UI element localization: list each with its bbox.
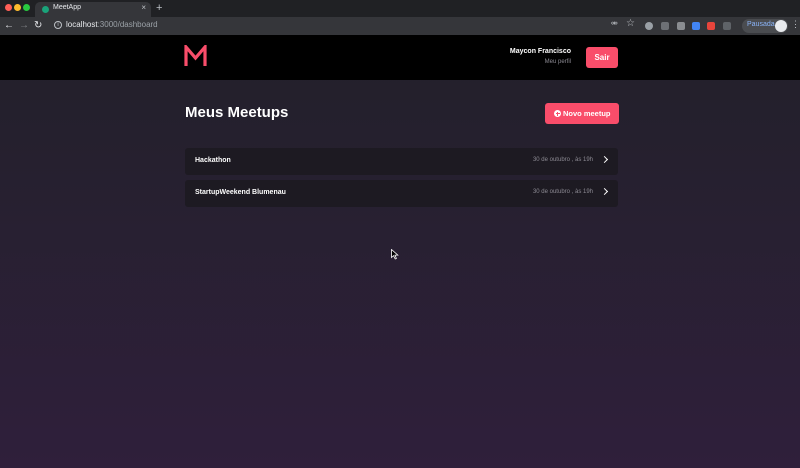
tab-title: MeetApp: [53, 4, 82, 11]
close-window-button[interactable]: [5, 4, 12, 11]
url-text[interactable]: localhost:3000/dashboard: [66, 20, 158, 29]
plus-circle-icon: [554, 110, 561, 117]
address-bar[interactable]: i localhost:3000/dashboard: [50, 19, 640, 33]
avatar: [775, 20, 787, 32]
app-viewport: Maycon Francisco Meu perfil Sair Meus Me…: [0, 35, 800, 468]
minimize-window-button[interactable]: [14, 4, 21, 11]
profile-label: Pausada: [747, 21, 775, 28]
chevron-right-icon: [600, 155, 609, 164]
new-meetup-button[interactable]: Novo meetup: [545, 103, 619, 124]
meetup-list: Hackathon 30 de outubro , às 19h Startup…: [185, 148, 618, 212]
chevron-right-icon: [600, 187, 609, 196]
logo-icon[interactable]: [184, 45, 207, 67]
extension-icon[interactable]: [723, 22, 731, 30]
url-path: :3000/dashboard: [97, 20, 158, 29]
meetup-date: 30 de outubro , às 19h: [532, 189, 593, 195]
profile-link[interactable]: Meu perfil: [545, 59, 571, 65]
back-icon[interactable]: ←: [4, 19, 14, 33]
menu-icon[interactable]: ⋮: [791, 19, 800, 30]
meetup-date: 30 de outubro , às 19h: [532, 157, 593, 163]
extension-icon[interactable]: [707, 22, 715, 30]
new-tab-button[interactable]: +: [156, 1, 162, 15]
favicon-icon: [42, 6, 49, 13]
info-icon[interactable]: i: [54, 21, 62, 29]
extension-icon[interactable]: [692, 22, 700, 30]
maximize-window-button[interactable]: [23, 4, 30, 11]
user-name: Maycon Francisco: [509, 48, 571, 55]
list-item[interactable]: Hackathon 30 de outubro , às 19h: [185, 148, 618, 175]
app-header: Maycon Francisco Meu perfil Sair: [0, 35, 800, 80]
page-title: Meus Meetups: [185, 104, 289, 121]
browser-tab[interactable]: MeetApp ×: [35, 2, 151, 17]
logout-button[interactable]: Sair: [586, 47, 618, 68]
mouse-cursor-icon: [391, 249, 399, 260]
extension-icon[interactable]: [661, 22, 669, 30]
meetup-title: StartupWeekend Blumenau: [195, 189, 286, 196]
key-icon[interactable]: ⚮: [611, 19, 618, 28]
extension-icon[interactable]: [645, 22, 653, 30]
list-item[interactable]: StartupWeekend Blumenau 30 de outubro , …: [185, 180, 618, 207]
extension-icon[interactable]: [677, 22, 685, 30]
reload-icon[interactable]: ↻: [34, 19, 42, 33]
browser-toolbar: ← → ↻ i localhost:3000/dashboard ⚮ ☆ Pau…: [0, 17, 800, 35]
profile-button[interactable]: Pausada: [742, 19, 788, 33]
browser-tabbar: MeetApp × +: [0, 0, 800, 17]
url-host: localhost: [66, 20, 98, 29]
new-meetup-label: Novo meetup: [563, 109, 611, 118]
meetup-title: Hackathon: [195, 157, 231, 164]
close-tab-icon[interactable]: ×: [141, 3, 146, 12]
forward-icon[interactable]: →: [19, 19, 29, 33]
star-icon[interactable]: ☆: [626, 18, 635, 29]
